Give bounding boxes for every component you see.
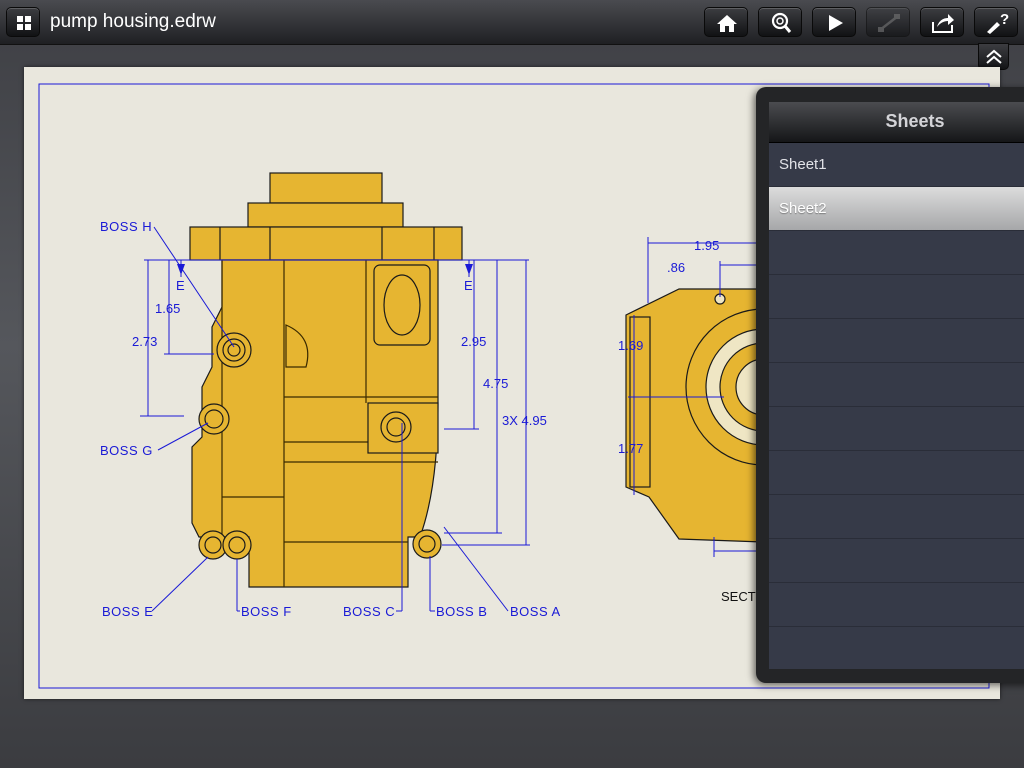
play-icon: [829, 15, 843, 31]
label-boss-f: BOSS F: [241, 604, 292, 619]
play-button[interactable]: [812, 7, 856, 37]
dim-2-95: 2.95: [461, 334, 486, 349]
help-button[interactable]: ?: [974, 7, 1018, 37]
home-button[interactable]: [704, 7, 748, 37]
empty-row: [769, 275, 1024, 319]
label-boss-h: BOSS H: [100, 219, 152, 234]
sheet-item-sheet1[interactable]: Sheet1: [769, 143, 1024, 187]
dim-2-73: 2.73: [132, 334, 157, 349]
dim-1-77: 1.77: [618, 441, 643, 456]
empty-row: [769, 319, 1024, 363]
dim-4-75: 4.75: [483, 376, 508, 391]
sheets-header: Sheets: [769, 102, 1024, 143]
empty-row: [769, 407, 1024, 451]
dim-1-69: 1.69: [618, 338, 643, 353]
label-boss-b: BOSS B: [436, 604, 487, 619]
section-mark-left: E: [176, 278, 185, 293]
top-toolbar: pump housing.edrw ?: [0, 0, 1024, 45]
help-icon: ?: [987, 11, 1009, 34]
empty-row: [769, 451, 1024, 495]
empty-row: [769, 495, 1024, 539]
zoom-icon: [771, 12, 792, 33]
dim-1-65: 1.65: [155, 301, 180, 316]
empty-row: [769, 363, 1024, 407]
share-button[interactable]: [920, 7, 964, 37]
home-icon: [717, 15, 737, 32]
svg-text:?: ?: [1000, 11, 1009, 28]
sheet-item-label: Sheet2: [779, 200, 827, 217]
collapse-toolbar-button[interactable]: [978, 43, 1009, 70]
dim-3x-4-95: 3X 4.95: [502, 413, 547, 428]
empty-row: [769, 231, 1024, 275]
sheets-title: Sheets: [885, 111, 945, 131]
front-view-part: [189, 172, 463, 588]
grid-menu-button[interactable]: [6, 7, 40, 37]
empty-row: [769, 539, 1024, 583]
empty-row: [769, 627, 1024, 669]
measure-button[interactable]: [866, 7, 910, 37]
document-title: pump housing.edrw: [50, 11, 216, 32]
label-boss-e: BOSS E: [102, 604, 153, 619]
label-boss-a: BOSS A: [510, 604, 561, 619]
grid-menu-icon: [17, 16, 31, 30]
label-boss-g: BOSS G: [100, 443, 153, 458]
dim-086: .86: [667, 260, 685, 275]
sheet-item-label: Sheet1: [779, 156, 827, 173]
zoom-button[interactable]: [758, 7, 802, 37]
label-boss-c: BOSS C: [343, 604, 395, 619]
sheet-item-sheet2[interactable]: Sheet2: [769, 187, 1024, 231]
measure-icon: [878, 14, 900, 32]
section-mark-right: E: [464, 278, 473, 293]
empty-row: [769, 583, 1024, 627]
share-icon: [932, 14, 954, 33]
sheets-list: Sheet1 Sheet2: [769, 143, 1024, 669]
sheets-popover: Sheets Sheet1 Sheet2: [756, 87, 1024, 683]
dim-1-95: 1.95: [694, 238, 719, 253]
